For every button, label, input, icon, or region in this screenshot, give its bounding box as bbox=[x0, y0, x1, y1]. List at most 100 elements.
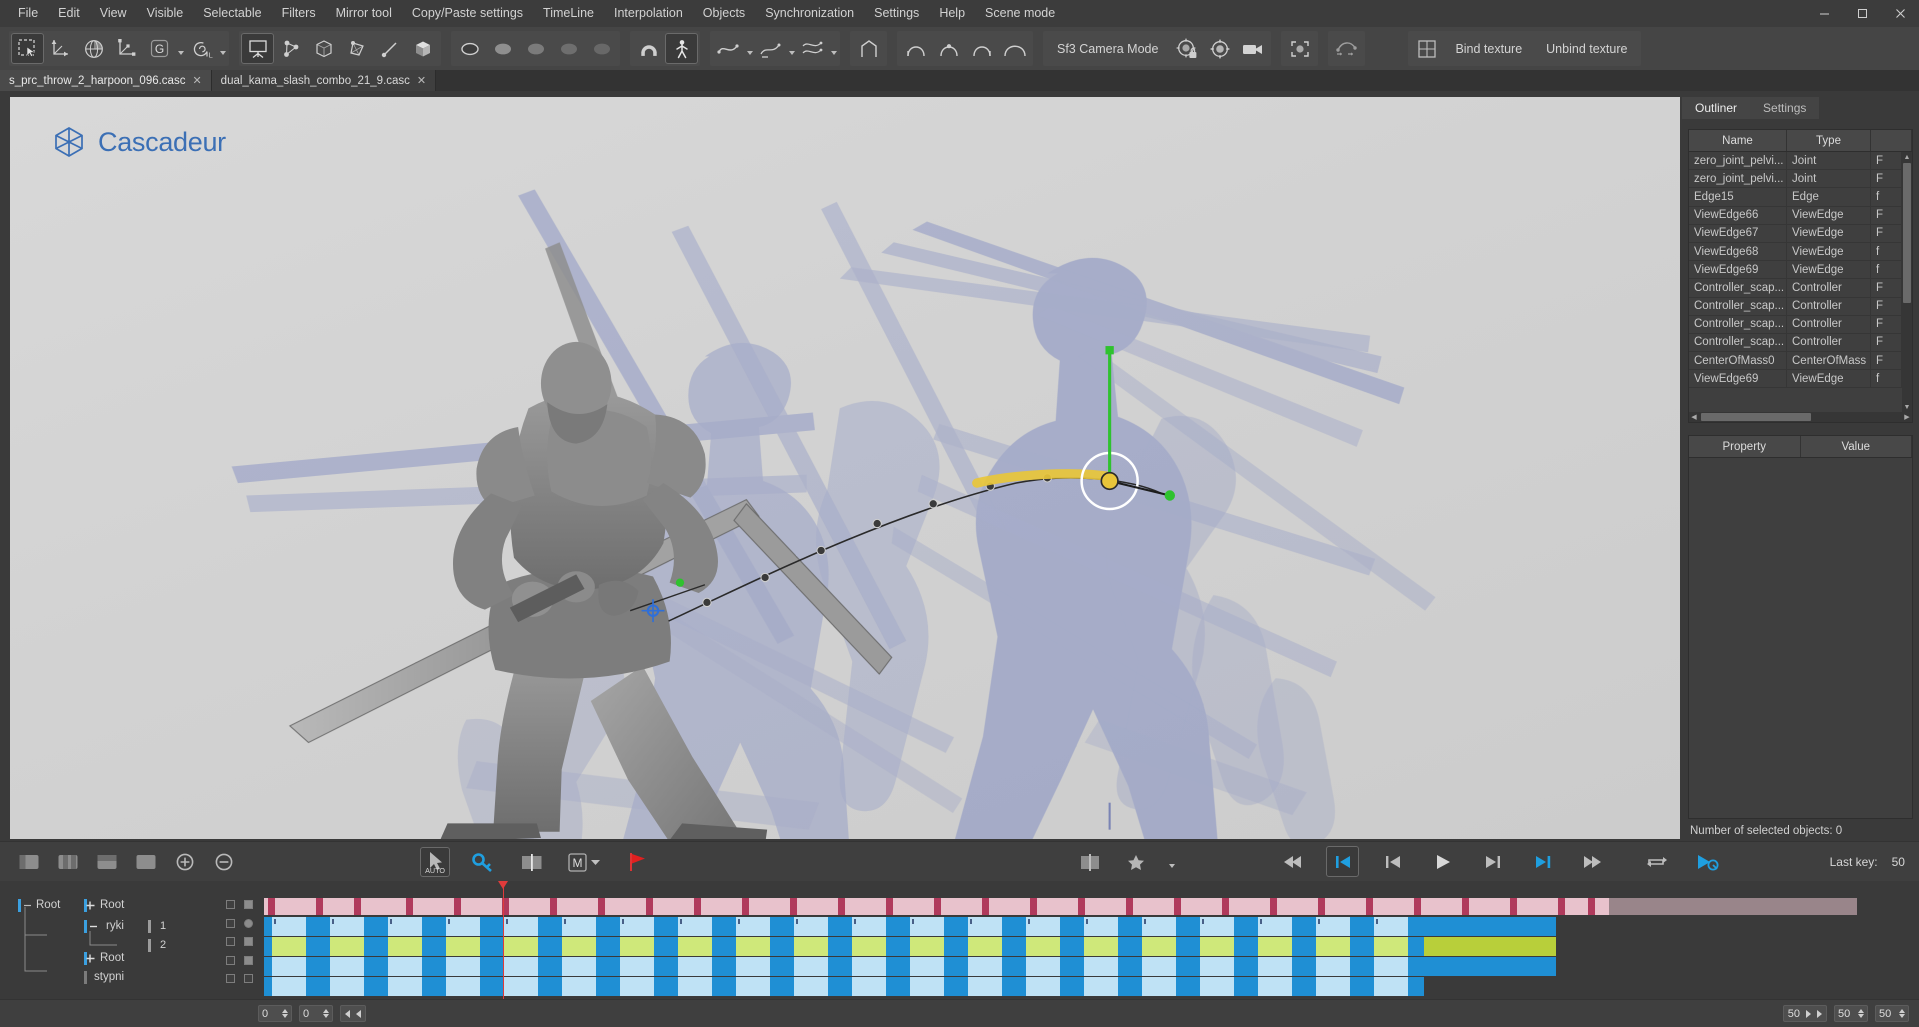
spiral-dropdown-icon[interactable] bbox=[218, 33, 227, 64]
table-row[interactable]: Edge15Edgef bbox=[1689, 188, 1902, 206]
split-track-icon[interactable] bbox=[90, 846, 123, 877]
spinner-arrows-icon[interactable] bbox=[1858, 1009, 1864, 1018]
camera-tool-icon[interactable] bbox=[1236, 33, 1269, 64]
arc-left-tool-icon[interactable] bbox=[899, 33, 932, 64]
menu-item-timeline[interactable]: TimeLine bbox=[533, 0, 604, 27]
curve-stack-tool-icon[interactable] bbox=[796, 33, 829, 64]
jump-forward-button[interactable] bbox=[1576, 846, 1609, 877]
table-row[interactable]: ViewEdge67ViewEdgeF bbox=[1689, 225, 1902, 243]
select-checkbox[interactable] bbox=[244, 900, 253, 909]
table-row[interactable]: ViewEdge69ViewEdgef bbox=[1689, 261, 1902, 279]
point-graph-tool-icon[interactable] bbox=[274, 33, 307, 64]
close-icon[interactable] bbox=[1881, 0, 1919, 27]
close-icon[interactable]: ✕ bbox=[417, 74, 426, 87]
jump-backward-button[interactable] bbox=[1276, 846, 1309, 877]
playhead-handle[interactable] bbox=[498, 881, 508, 889]
outliner-column-name[interactable]: Name bbox=[1689, 130, 1787, 151]
total-frames-value[interactable]: 50 bbox=[1879, 1008, 1895, 1020]
properties-column-value[interactable]: Value bbox=[1801, 436, 1913, 457]
outliner-rows[interactable]: zero_joint_pelvi...JointFzero_joint_pelv… bbox=[1689, 152, 1912, 412]
menu-item-objects[interactable]: Objects bbox=[693, 0, 755, 27]
snap-key-icon[interactable] bbox=[1120, 846, 1153, 877]
camera-target-tool-icon[interactable] bbox=[1203, 33, 1236, 64]
curve-dropdown-icon[interactable] bbox=[745, 33, 754, 64]
timeline-playhead[interactable] bbox=[503, 881, 504, 999]
visibility-checkbox[interactable] bbox=[226, 956, 235, 965]
visibility-checkbox[interactable] bbox=[226, 974, 235, 983]
auto-key-button[interactable]: AUTO bbox=[420, 847, 450, 877]
timeline-tracks[interactable] bbox=[258, 881, 1919, 999]
table-row[interactable]: Controller_scap...ControllerF bbox=[1689, 298, 1902, 316]
add-track-icon[interactable] bbox=[12, 846, 45, 877]
select-box-tool-icon[interactable] bbox=[11, 33, 44, 64]
arc-right-tool-icon[interactable] bbox=[965, 33, 998, 64]
outliner-horizontal-scrollbar[interactable]: ◀ ▶ bbox=[1689, 412, 1912, 422]
table-row[interactable]: ViewEdge69ViewEdgef bbox=[1689, 370, 1902, 388]
menu-item-settings[interactable]: Settings bbox=[864, 0, 929, 27]
menu-item-copy-paste-settings[interactable]: Copy/Paste settings bbox=[402, 0, 533, 27]
scroll-left-icon[interactable]: ◀ bbox=[1689, 412, 1699, 422]
frame-start-spinner[interactable]: 0 bbox=[258, 1005, 292, 1022]
curve-graph-dropdown-icon[interactable] bbox=[787, 33, 796, 64]
timeline-node-label-3[interactable]: stypni bbox=[94, 971, 124, 983]
global-space-dropdown-icon[interactable] bbox=[176, 33, 185, 64]
outliner-scroll-thumb[interactable] bbox=[1903, 163, 1911, 303]
tab-outliner[interactable]: Outliner bbox=[1682, 97, 1750, 119]
frame-current-value[interactable]: 0 bbox=[303, 1008, 319, 1020]
curve-stack-dropdown-icon[interactable] bbox=[829, 33, 838, 64]
select-checkbox[interactable] bbox=[244, 937, 253, 946]
sphere-outline-tool-icon[interactable] bbox=[585, 33, 618, 64]
menu-item-help[interactable]: Help bbox=[929, 0, 975, 27]
maximize-icon[interactable] bbox=[1843, 0, 1881, 27]
last-key-value[interactable]: 50 bbox=[1892, 855, 1905, 869]
frame-start-value[interactable]: 0 bbox=[262, 1008, 278, 1020]
table-row[interactable]: zero_joint_pelvi...JointF bbox=[1689, 152, 1902, 170]
menu-item-edit[interactable]: Edit bbox=[48, 0, 90, 27]
menu-item-synchronization[interactable]: Synchronization bbox=[755, 0, 864, 27]
menu-item-scene-mode[interactable]: Scene mode bbox=[975, 0, 1065, 27]
next-key-button[interactable] bbox=[1476, 846, 1509, 877]
spiral-tool-icon[interactable]: L bbox=[185, 33, 218, 64]
key-tool-icon[interactable] bbox=[466, 846, 499, 877]
select-checkbox-active[interactable] bbox=[244, 919, 253, 928]
sphere-dark-tool-icon[interactable] bbox=[552, 33, 585, 64]
duplicate-track-icon[interactable] bbox=[51, 846, 84, 877]
range-nav-left[interactable] bbox=[340, 1005, 366, 1022]
play-range-button[interactable] bbox=[1690, 846, 1723, 877]
frame-range-icon[interactable] bbox=[1073, 846, 1106, 877]
previous-key-button[interactable] bbox=[1376, 846, 1409, 877]
range-end-value[interactable]: 50 bbox=[1788, 1008, 1800, 1020]
bind-texture-button[interactable]: Bind texture bbox=[1443, 42, 1534, 56]
scale-tool-icon[interactable] bbox=[110, 33, 143, 64]
timeline-node-label-2[interactable]: Root bbox=[100, 952, 124, 964]
sphere-filled-tool-icon[interactable] bbox=[453, 33, 486, 64]
outliner-column-f[interactable] bbox=[1871, 130, 1912, 151]
line-tool-icon[interactable] bbox=[373, 33, 406, 64]
spinner-arrows-icon[interactable] bbox=[1899, 1009, 1905, 1018]
visibility-checkbox[interactable] bbox=[226, 900, 235, 909]
fps-spinner[interactable]: 50 bbox=[1834, 1005, 1868, 1022]
arc-pin-tool-icon[interactable] bbox=[932, 33, 965, 64]
loop-button[interactable] bbox=[1640, 846, 1673, 877]
curve-tool-icon[interactable] bbox=[712, 33, 745, 64]
document-tab-1[interactable]: dual_kama_slash_combo_21_9.casc ✕ bbox=[212, 70, 436, 91]
play-button[interactable] bbox=[1426, 846, 1459, 877]
scroll-right-icon[interactable]: ▶ bbox=[1902, 412, 1912, 422]
outliner-vertical-scrollbar[interactable]: ▲ ▼ bbox=[1902, 152, 1912, 412]
menu-item-view[interactable]: View bbox=[90, 0, 137, 27]
snap-dropdown-icon[interactable] bbox=[1167, 846, 1176, 877]
menu-item-selectable[interactable]: Selectable bbox=[193, 0, 271, 27]
table-row[interactable]: Controller_scap...ControllerF bbox=[1689, 334, 1902, 352]
timeline-node-label-0[interactable]: Root bbox=[100, 899, 124, 911]
minimize-icon[interactable] bbox=[1805, 0, 1843, 27]
jump-forward-icon[interactable] bbox=[1817, 1010, 1822, 1018]
select-checkbox[interactable] bbox=[244, 974, 253, 983]
table-row[interactable]: CenterOfMass0CenterOfMassF bbox=[1689, 352, 1902, 370]
close-icon[interactable]: ✕ bbox=[192, 74, 201, 87]
bracket-tool-icon[interactable] bbox=[852, 33, 885, 64]
properties-column-property[interactable]: Property bbox=[1689, 436, 1801, 457]
scroll-up-icon[interactable]: ▲ bbox=[1902, 152, 1912, 162]
spinner-arrows-icon[interactable] bbox=[282, 1009, 288, 1018]
jump-back-icon[interactable] bbox=[356, 1010, 361, 1018]
box-tool-icon[interactable] bbox=[307, 33, 340, 64]
